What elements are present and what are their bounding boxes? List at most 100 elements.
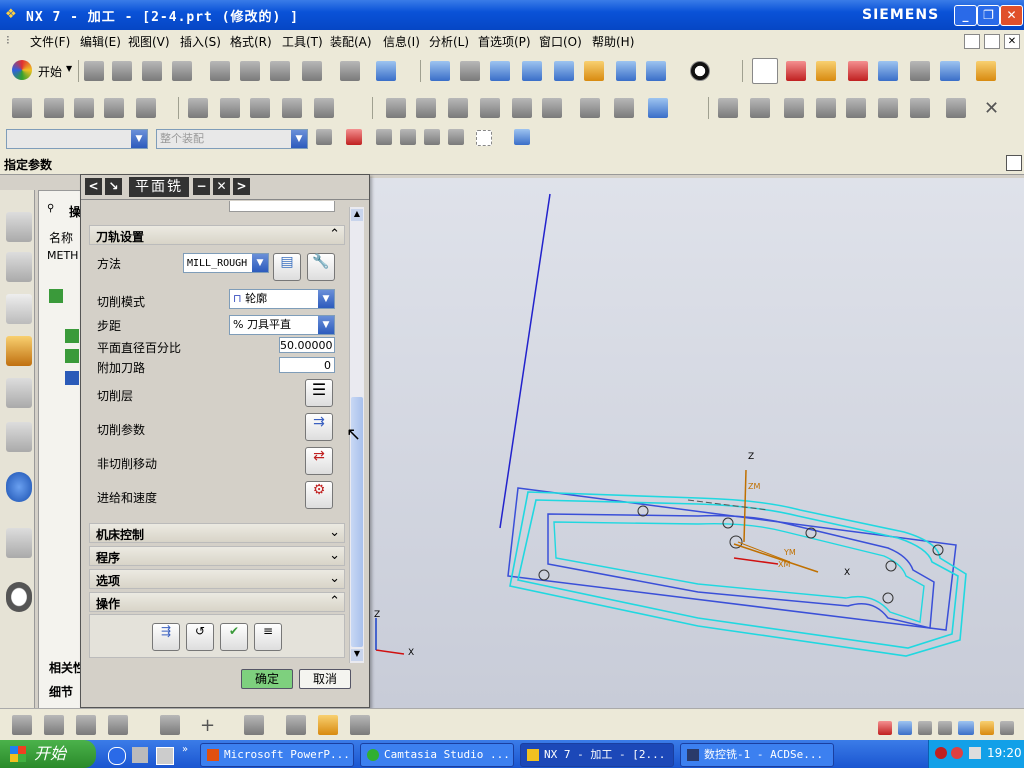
undo-icon[interactable] (340, 61, 360, 81)
generate-toolpath-button[interactable]: ⇶ (152, 623, 180, 651)
cut-params-button[interactable]: ⇉ (305, 413, 333, 441)
view-tool-1[interactable] (12, 715, 32, 735)
cut-pattern-combo[interactable]: ⊓ 轮廓 ▼ (229, 289, 335, 309)
op-icon-20[interactable] (718, 98, 738, 118)
constraint-navigator-tab[interactable] (6, 252, 32, 282)
op-icon-13[interactable] (448, 98, 468, 118)
view-tool-4[interactable] (108, 715, 128, 735)
op-icon-15[interactable] (512, 98, 532, 118)
info-icon[interactable] (6, 472, 32, 502)
scroll-up-icon[interactable]: ▲ (351, 209, 363, 221)
plus-icon[interactable]: + (200, 715, 220, 736)
wrench-button[interactable]: 🔧 (307, 253, 335, 281)
op-icon-19[interactable] (648, 98, 668, 118)
list-button[interactable]: ≡ (254, 623, 282, 651)
fit-icon[interactable] (430, 61, 450, 81)
section-machine-control[interactable]: 机床控制 ⌄ (89, 523, 345, 543)
close-dialog-button[interactable]: ✕ (213, 178, 230, 195)
menu-edit[interactable]: 编辑(E) (80, 33, 121, 50)
op-icon-10[interactable] (314, 98, 334, 118)
scope-filter-combo[interactable]: 整个装配 ▼ (156, 129, 308, 149)
op-icon-16[interactable] (542, 98, 562, 118)
save-icon[interactable] (142, 61, 162, 81)
doc-minimize-button[interactable] (964, 34, 980, 49)
open-icon[interactable] (112, 61, 132, 81)
pan-icon[interactable] (584, 61, 604, 81)
wcs-icon[interactable] (752, 58, 778, 84)
box-select-icon[interactable] (476, 130, 492, 146)
minimize-dialog-button[interactable]: − (193, 178, 210, 195)
menu-format[interactable]: 格式(R) (230, 33, 272, 50)
op-icon-21[interactable] (750, 98, 770, 118)
op-icon-27[interactable] (946, 98, 966, 118)
select-icon[interactable] (910, 61, 930, 81)
menu-tools[interactable]: 工具(T) (282, 33, 323, 50)
background-icon[interactable] (690, 61, 710, 81)
op-icon-7[interactable] (220, 98, 240, 118)
menu-info[interactable]: 信息(I) (383, 33, 420, 50)
delete-icon[interactable] (302, 61, 322, 81)
tray-app-icon[interactable] (951, 747, 963, 759)
generate-icon[interactable] (848, 61, 868, 81)
filter-icon-5[interactable] (448, 129, 464, 145)
pin-icon[interactable]: ⚲ (47, 203, 54, 214)
start-dropdown-icon[interactable]: ▼ (66, 64, 72, 73)
start-button[interactable]: 开始 (38, 63, 62, 80)
section-path-settings[interactable]: 刀轨设置 ⌃ (89, 225, 345, 245)
postprocess-icon[interactable] (940, 61, 960, 81)
part-icon[interactable] (514, 129, 530, 145)
ime-icon[interactable] (878, 721, 892, 735)
paste-icon[interactable] (270, 61, 290, 81)
cutoff-combo[interactable] (229, 201, 335, 212)
view-tool-3[interactable] (76, 715, 96, 735)
op-icon-3[interactable] (74, 98, 94, 118)
non-cutting-button[interactable]: ⇄ (305, 447, 333, 475)
details-tab[interactable]: 细节 (49, 683, 73, 700)
ie-icon[interactable] (108, 747, 126, 765)
quicklaunch-more-icon[interactable]: » (182, 744, 188, 755)
task-powerpoint[interactable]: Microsoft PowerP... (200, 743, 354, 767)
op-icon-2[interactable] (44, 98, 64, 118)
view-orient-icon[interactable] (616, 61, 636, 81)
restore-button[interactable]: ❐ (977, 5, 1000, 26)
reset-button[interactable]: ↘ (105, 178, 122, 195)
operation-navigator-tab[interactable] (6, 294, 32, 324)
additional-passes-input[interactable]: 0 (279, 357, 335, 373)
operation-node-icon[interactable] (49, 289, 63, 303)
doc-close-button[interactable]: ✕ (1004, 34, 1020, 49)
stepover-combo[interactable]: % 刀具平直 ▼ (229, 315, 335, 335)
cancel-button[interactable]: 取消 (299, 669, 351, 689)
zoom-icon[interactable] (490, 61, 510, 81)
op-icon-18[interactable] (614, 98, 634, 118)
minimize-button[interactable]: _ (954, 5, 977, 26)
close-button[interactable]: ✕ (1000, 5, 1023, 26)
task-acdsee[interactable]: 数控铣-1 - ACDSe... (680, 743, 834, 767)
assembly-navigator-tab[interactable] (6, 212, 32, 242)
view-tool-6[interactable] (244, 715, 264, 735)
view-tool-7[interactable] (286, 715, 306, 735)
op-icon-1[interactable] (12, 98, 32, 118)
zoom-in-icon[interactable] (522, 61, 542, 81)
task-camtasia[interactable]: Camtasia Studio ... (360, 743, 514, 767)
menu-analysis[interactable]: 分析(L) (429, 33, 469, 50)
task-nx[interactable]: NX 7 - 加工 - [2... (520, 743, 674, 767)
method-combo[interactable]: MILL_ROUGH ▼ (183, 253, 269, 273)
operation-node-icon[interactable] (65, 349, 79, 363)
menu-help[interactable]: 帮助(H) (592, 33, 634, 50)
ime-punct-icon[interactable] (938, 721, 952, 735)
command-finder-icon[interactable] (376, 61, 396, 81)
method-node[interactable]: METH (47, 249, 78, 262)
geometry-icon[interactable] (786, 61, 806, 81)
tray-volume-icon[interactable] (969, 747, 981, 759)
machine-tool-tab[interactable] (6, 336, 32, 366)
app-icon[interactable] (132, 747, 148, 763)
flat-diameter-input[interactable]: 50.00000 (279, 337, 335, 353)
section-program[interactable]: 程序 ⌄ (89, 546, 345, 566)
menu-window[interactable]: 窗口(O) (539, 33, 582, 50)
clock[interactable]: 19:20 (987, 746, 1022, 760)
op-icon-8[interactable] (250, 98, 270, 118)
op-icon-25[interactable] (878, 98, 898, 118)
menu-view[interactable]: 视图(V) (128, 33, 170, 50)
collapse-left-button[interactable]: < (85, 178, 102, 195)
new-icon[interactable] (84, 61, 104, 81)
